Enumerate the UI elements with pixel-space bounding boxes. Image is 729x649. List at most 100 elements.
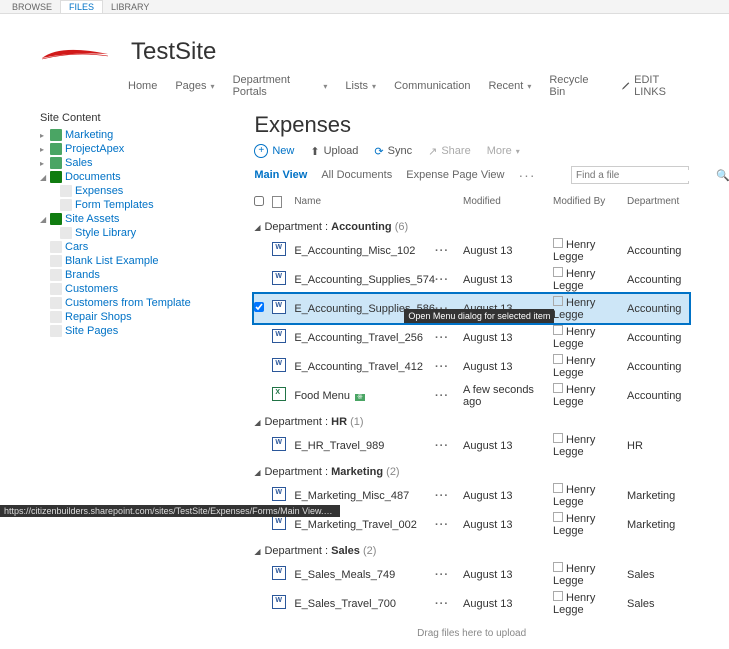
file-row[interactable]: E_Sales_Meals_749···August 13Henry Legge… [254, 560, 689, 589]
file-name-link[interactable]: E_Accounting_Misc_102 [294, 245, 415, 257]
row-menu-button[interactable]: ··· [435, 440, 449, 452]
share-indicator-icon [553, 433, 563, 443]
nav-communication[interactable]: Communication [394, 80, 470, 92]
more-button[interactable]: More ▾ [487, 145, 520, 157]
library-rows: ◢ Department : Accounting (6) E_Accountin… [254, 215, 689, 618]
tree-node-blank-list-example[interactable]: Blank List Example [40, 254, 194, 268]
nav-home[interactable]: Home [128, 80, 157, 92]
tree-node-customers-from-template[interactable]: Customers from Template [40, 296, 194, 310]
file-name-link[interactable]: E_Accounting_Travel_256 [294, 332, 423, 344]
tree-node-site-assets[interactable]: ◢Site Assets [40, 212, 194, 226]
row-menu-button[interactable]: ··· [435, 390, 449, 402]
nav-pages[interactable]: Pages▾ [175, 80, 214, 92]
search-box[interactable]: 🔍 [571, 166, 689, 184]
file-name-link[interactable]: E_Accounting_Supplies_574 [294, 274, 435, 286]
department-cell: Accounting [627, 390, 689, 402]
view-selector: Main View All Documents Expense Page Vie… [254, 166, 689, 184]
share-indicator-icon [553, 325, 563, 335]
edit-links-button[interactable]: EDIT LINKS [621, 74, 689, 98]
chevron-down-icon: ▾ [323, 82, 327, 91]
sub-icon [50, 297, 62, 309]
tree-node-site-pages[interactable]: Site Pages [40, 324, 194, 338]
column-modified-by-header[interactable]: Modified By [553, 196, 627, 211]
file-name-link[interactable]: E_Marketing_Travel_002 [294, 519, 417, 531]
site-title[interactable]: TestSite [131, 38, 216, 66]
file-row[interactable]: E_Sales_Travel_700···August 13Henry Legg… [254, 589, 689, 618]
row-menu-button[interactable]: ··· [435, 598, 449, 610]
tree-node-projectapex[interactable]: ▸ProjectApex [40, 142, 194, 156]
row-menu-button[interactable]: ··· [435, 490, 449, 502]
group-header-sales[interactable]: ◢ Department : Sales (2) [254, 539, 689, 560]
column-department-header[interactable]: Department [627, 196, 689, 211]
sub-icon [60, 227, 72, 239]
file-row[interactable]: E_Accounting_Supplies_574···August 13Hen… [254, 265, 689, 294]
nav-recent[interactable]: Recent▾ [488, 80, 531, 92]
file-name-link[interactable]: E_Sales_Travel_700 [294, 598, 396, 610]
file-name-link[interactable]: E_HR_Travel_989 [294, 440, 384, 452]
share-button[interactable]: ↗ Share [428, 145, 471, 158]
file-row[interactable]: Food Menu ※···A few seconds agoHenry Leg… [254, 381, 689, 410]
list-icon [50, 143, 62, 155]
group-header-marketing[interactable]: ◢ Department : Marketing (2) [254, 460, 689, 481]
department-cell: Sales [627, 569, 689, 581]
row-menu-button[interactable]: ··· [435, 245, 449, 257]
group-header-accounting[interactable]: ◢ Department : Accounting (6) [254, 215, 689, 236]
tree-node-brands[interactable]: Brands [40, 268, 194, 282]
modified-cell: August 13 [463, 569, 553, 581]
tree-node-customers[interactable]: Customers [40, 282, 194, 296]
ribbon-tab-library[interactable]: LIBRARY [103, 0, 157, 13]
row-menu-button[interactable]: ··· [435, 274, 449, 286]
column-modified-header[interactable]: Modified [463, 196, 553, 211]
file-row[interactable]: E_Accounting_Misc_102···August 13Henry L… [254, 236, 689, 265]
tree-node-form-templates[interactable]: Form Templates [40, 198, 194, 212]
view-main[interactable]: Main View [254, 169, 307, 181]
share-indicator-icon [553, 512, 563, 522]
view-expense-page[interactable]: Expense Page View [406, 169, 504, 181]
column-type-icon[interactable] [272, 196, 294, 211]
tree-node-marketing[interactable]: ▸Marketing [40, 128, 194, 142]
tree-node-style-library[interactable]: Style Library [40, 226, 194, 240]
file-row[interactable]: E_Accounting_Travel_256···August 13Henry… [254, 323, 689, 352]
ribbon-tab-files[interactable]: FILES [60, 0, 103, 13]
tree-node-cars[interactable]: Cars [40, 240, 194, 254]
lib-icon [50, 171, 62, 183]
sync-button[interactable]: ⟳ Sync [374, 145, 412, 158]
library-main: Expenses + New ⬆ Upload ⟳ Sync ↗ Share [204, 112, 689, 649]
file-row[interactable]: E_Accounting_Travel_412···August 13Henry… [254, 352, 689, 381]
view-all-documents[interactable]: All Documents [321, 169, 392, 181]
nav-lists[interactable]: Lists▾ [345, 80, 376, 92]
row-menu-button[interactable]: ··· [435, 361, 449, 373]
row-checkbox[interactable] [254, 302, 264, 312]
row-menu-button[interactable]: ··· [435, 569, 449, 581]
tree-node-repair-shops[interactable]: Repair Shops [40, 310, 194, 324]
excel-file-icon [272, 387, 286, 401]
ribbon-tab-browse[interactable]: BROWSE [4, 0, 60, 13]
file-name-link[interactable]: E_Marketing_Misc_487 [294, 490, 409, 502]
nav-recycle-bin[interactable]: Recycle Bin [549, 74, 603, 98]
column-checkbox[interactable] [254, 196, 272, 211]
tree-node-label: Blank List Example [65, 255, 159, 267]
tree-node-expenses[interactable]: Expenses [40, 184, 194, 198]
file-row[interactable]: E_HR_Travel_989···August 13Henry LeggeHR [254, 431, 689, 460]
search-icon[interactable]: 🔍 [712, 169, 729, 182]
column-name-header[interactable]: Name [294, 196, 435, 211]
file-row[interactable]: E_Accounting_Supplies_586···August 13Hen… [254, 294, 689, 323]
site-logo[interactable] [40, 32, 125, 72]
row-menu-button[interactable]: ··· [435, 519, 449, 531]
word-file-icon [272, 300, 286, 314]
search-input[interactable] [572, 170, 712, 181]
group-header-hr[interactable]: ◢ Department : HR (1) [254, 410, 689, 431]
file-name-link[interactable]: E_Accounting_Travel_412 [294, 361, 423, 373]
upload-button[interactable]: ⬆ Upload [310, 145, 358, 158]
tree-node-sales[interactable]: ▸Sales [40, 156, 194, 170]
file-name-link[interactable]: Food Menu [294, 390, 350, 402]
tree-node-documents[interactable]: ◢Documents [40, 170, 194, 184]
department-cell: Accounting [627, 274, 689, 286]
lib-icon [50, 213, 62, 225]
share-indicator-icon [553, 238, 563, 248]
nav-department-portals[interactable]: Department Portals▾ [233, 74, 328, 98]
row-menu-button[interactable]: ··· [435, 332, 449, 344]
file-name-link[interactable]: E_Sales_Meals_749 [294, 569, 395, 581]
new-button[interactable]: + New [254, 144, 294, 158]
view-more-button[interactable]: ··· [519, 167, 536, 183]
